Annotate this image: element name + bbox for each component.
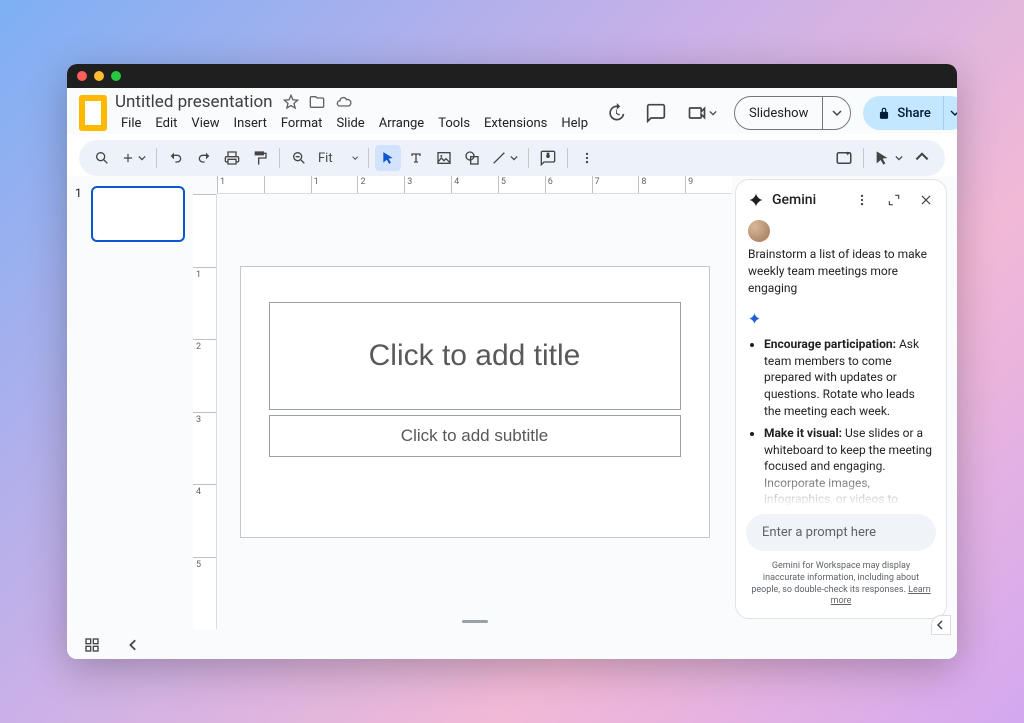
- app-header: Untitled presentation File Edit View Ins…: [67, 88, 957, 134]
- gemini-panel-title: Gemini: [772, 192, 816, 208]
- create-image-gemini-button[interactable]: [831, 145, 857, 171]
- undo-button[interactable]: [163, 145, 189, 171]
- window-close-dot[interactable]: [77, 71, 87, 81]
- share-dropdown[interactable]: [943, 96, 957, 130]
- toolbar: Fit: [79, 140, 945, 176]
- menu-tools[interactable]: Tools: [432, 113, 476, 134]
- slideshow-dropdown[interactable]: [822, 97, 850, 129]
- hide-menus-button[interactable]: [909, 145, 935, 171]
- slideshow-button[interactable]: Slideshow: [735, 97, 822, 129]
- gemini-more-button[interactable]: [850, 188, 874, 212]
- lock-icon: [877, 106, 891, 120]
- zoom-value: Fit: [318, 151, 333, 166]
- share-label: Share: [897, 106, 931, 121]
- menu-arrange[interactable]: Arrange: [373, 113, 430, 134]
- thumbnail-number: 1: [75, 186, 85, 242]
- more-tools-button[interactable]: [574, 145, 600, 171]
- zoom-out-button[interactable]: [286, 145, 312, 171]
- new-slide-button[interactable]: [117, 145, 150, 171]
- menu-slide[interactable]: Slide: [330, 113, 370, 134]
- history-icon[interactable]: [602, 99, 630, 127]
- menu-edit[interactable]: Edit: [149, 113, 183, 134]
- horizontal-ruler: 1123456789: [217, 176, 732, 194]
- gemini-close-button[interactable]: [914, 188, 938, 212]
- zoom-select[interactable]: Fit: [314, 145, 362, 171]
- explore-button[interactable]: [79, 632, 105, 658]
- print-button[interactable]: [219, 145, 245, 171]
- work-area: 1 1123456789 12345 Click to add title Cl…: [67, 176, 957, 629]
- slide-thumbnail[interactable]: [91, 186, 185, 242]
- speaker-notes-handle[interactable]: [462, 620, 488, 623]
- window-titlebar: [67, 64, 957, 88]
- select-tool-button[interactable]: [375, 145, 401, 171]
- search-menus-button[interactable]: [89, 145, 115, 171]
- cloud-status-icon[interactable]: [335, 94, 353, 110]
- window-zoom-dot[interactable]: [111, 71, 121, 81]
- share-button[interactable]: Share: [863, 96, 943, 130]
- vertical-ruler: 12345: [193, 194, 217, 629]
- gemini-response-item: Encourage participation: Ask team member…: [764, 336, 934, 419]
- gemini-response-spark-icon: [748, 312, 934, 328]
- move-folder-icon[interactable]: [309, 94, 325, 110]
- meet-icon[interactable]: [682, 99, 722, 127]
- bottom-bar: [67, 629, 957, 659]
- gemini-disclaimer: Gemini for Workspace may display inaccur…: [736, 555, 946, 618]
- gemini-user-prompt: Brainstorm a list of ideas to make weekl…: [748, 246, 934, 296]
- insert-line-button[interactable]: [487, 145, 522, 171]
- canvas-area: 1123456789 12345 Click to add title Clic…: [193, 176, 732, 629]
- slideshow-button-group: Slideshow: [734, 96, 851, 130]
- menu-insert[interactable]: Insert: [228, 113, 273, 134]
- title-placeholder[interactable]: Click to add title: [269, 302, 681, 410]
- redo-button[interactable]: [191, 145, 217, 171]
- insert-comment-button[interactable]: [535, 145, 561, 171]
- insert-shape-button[interactable]: [459, 145, 485, 171]
- mask-tool-button[interactable]: [870, 145, 907, 171]
- gemini-expand-button[interactable]: [882, 188, 906, 212]
- gemini-side-panel: Gemini Brainstorm a list of ideas to mak…: [735, 179, 947, 619]
- side-panel-toggle[interactable]: [931, 615, 951, 635]
- gemini-prompt-input[interactable]: Enter a prompt here: [746, 514, 936, 551]
- menu-format[interactable]: Format: [275, 113, 329, 134]
- menu-file[interactable]: File: [115, 113, 147, 134]
- gemini-spark-icon: [748, 192, 764, 208]
- menu-view[interactable]: View: [185, 113, 225, 134]
- share-button-group: Share: [863, 96, 957, 130]
- menu-help[interactable]: Help: [555, 113, 594, 134]
- slide-thumbnail-panel: 1: [67, 176, 193, 629]
- app-window: Untitled presentation File Edit View Ins…: [67, 64, 957, 659]
- document-title[interactable]: Untitled presentation: [115, 92, 273, 112]
- text-box-button[interactable]: [403, 145, 429, 171]
- window-minimize-dot[interactable]: [94, 71, 104, 81]
- user-avatar-small: [748, 220, 770, 242]
- menu-extensions[interactable]: Extensions: [478, 113, 553, 134]
- comments-icon[interactable]: [642, 99, 670, 127]
- slide-canvas[interactable]: Click to add title Click to add subtitle: [240, 266, 710, 538]
- subtitle-placeholder[interactable]: Click to add subtitle: [269, 415, 681, 457]
- slides-app-icon[interactable]: [79, 95, 107, 131]
- star-icon[interactable]: [283, 94, 299, 110]
- filmstrip-toggle[interactable]: [121, 632, 147, 658]
- menu-bar: File Edit View Insert Format Slide Arran…: [115, 113, 594, 134]
- paint-format-button[interactable]: [247, 145, 273, 171]
- insert-image-button[interactable]: [431, 145, 457, 171]
